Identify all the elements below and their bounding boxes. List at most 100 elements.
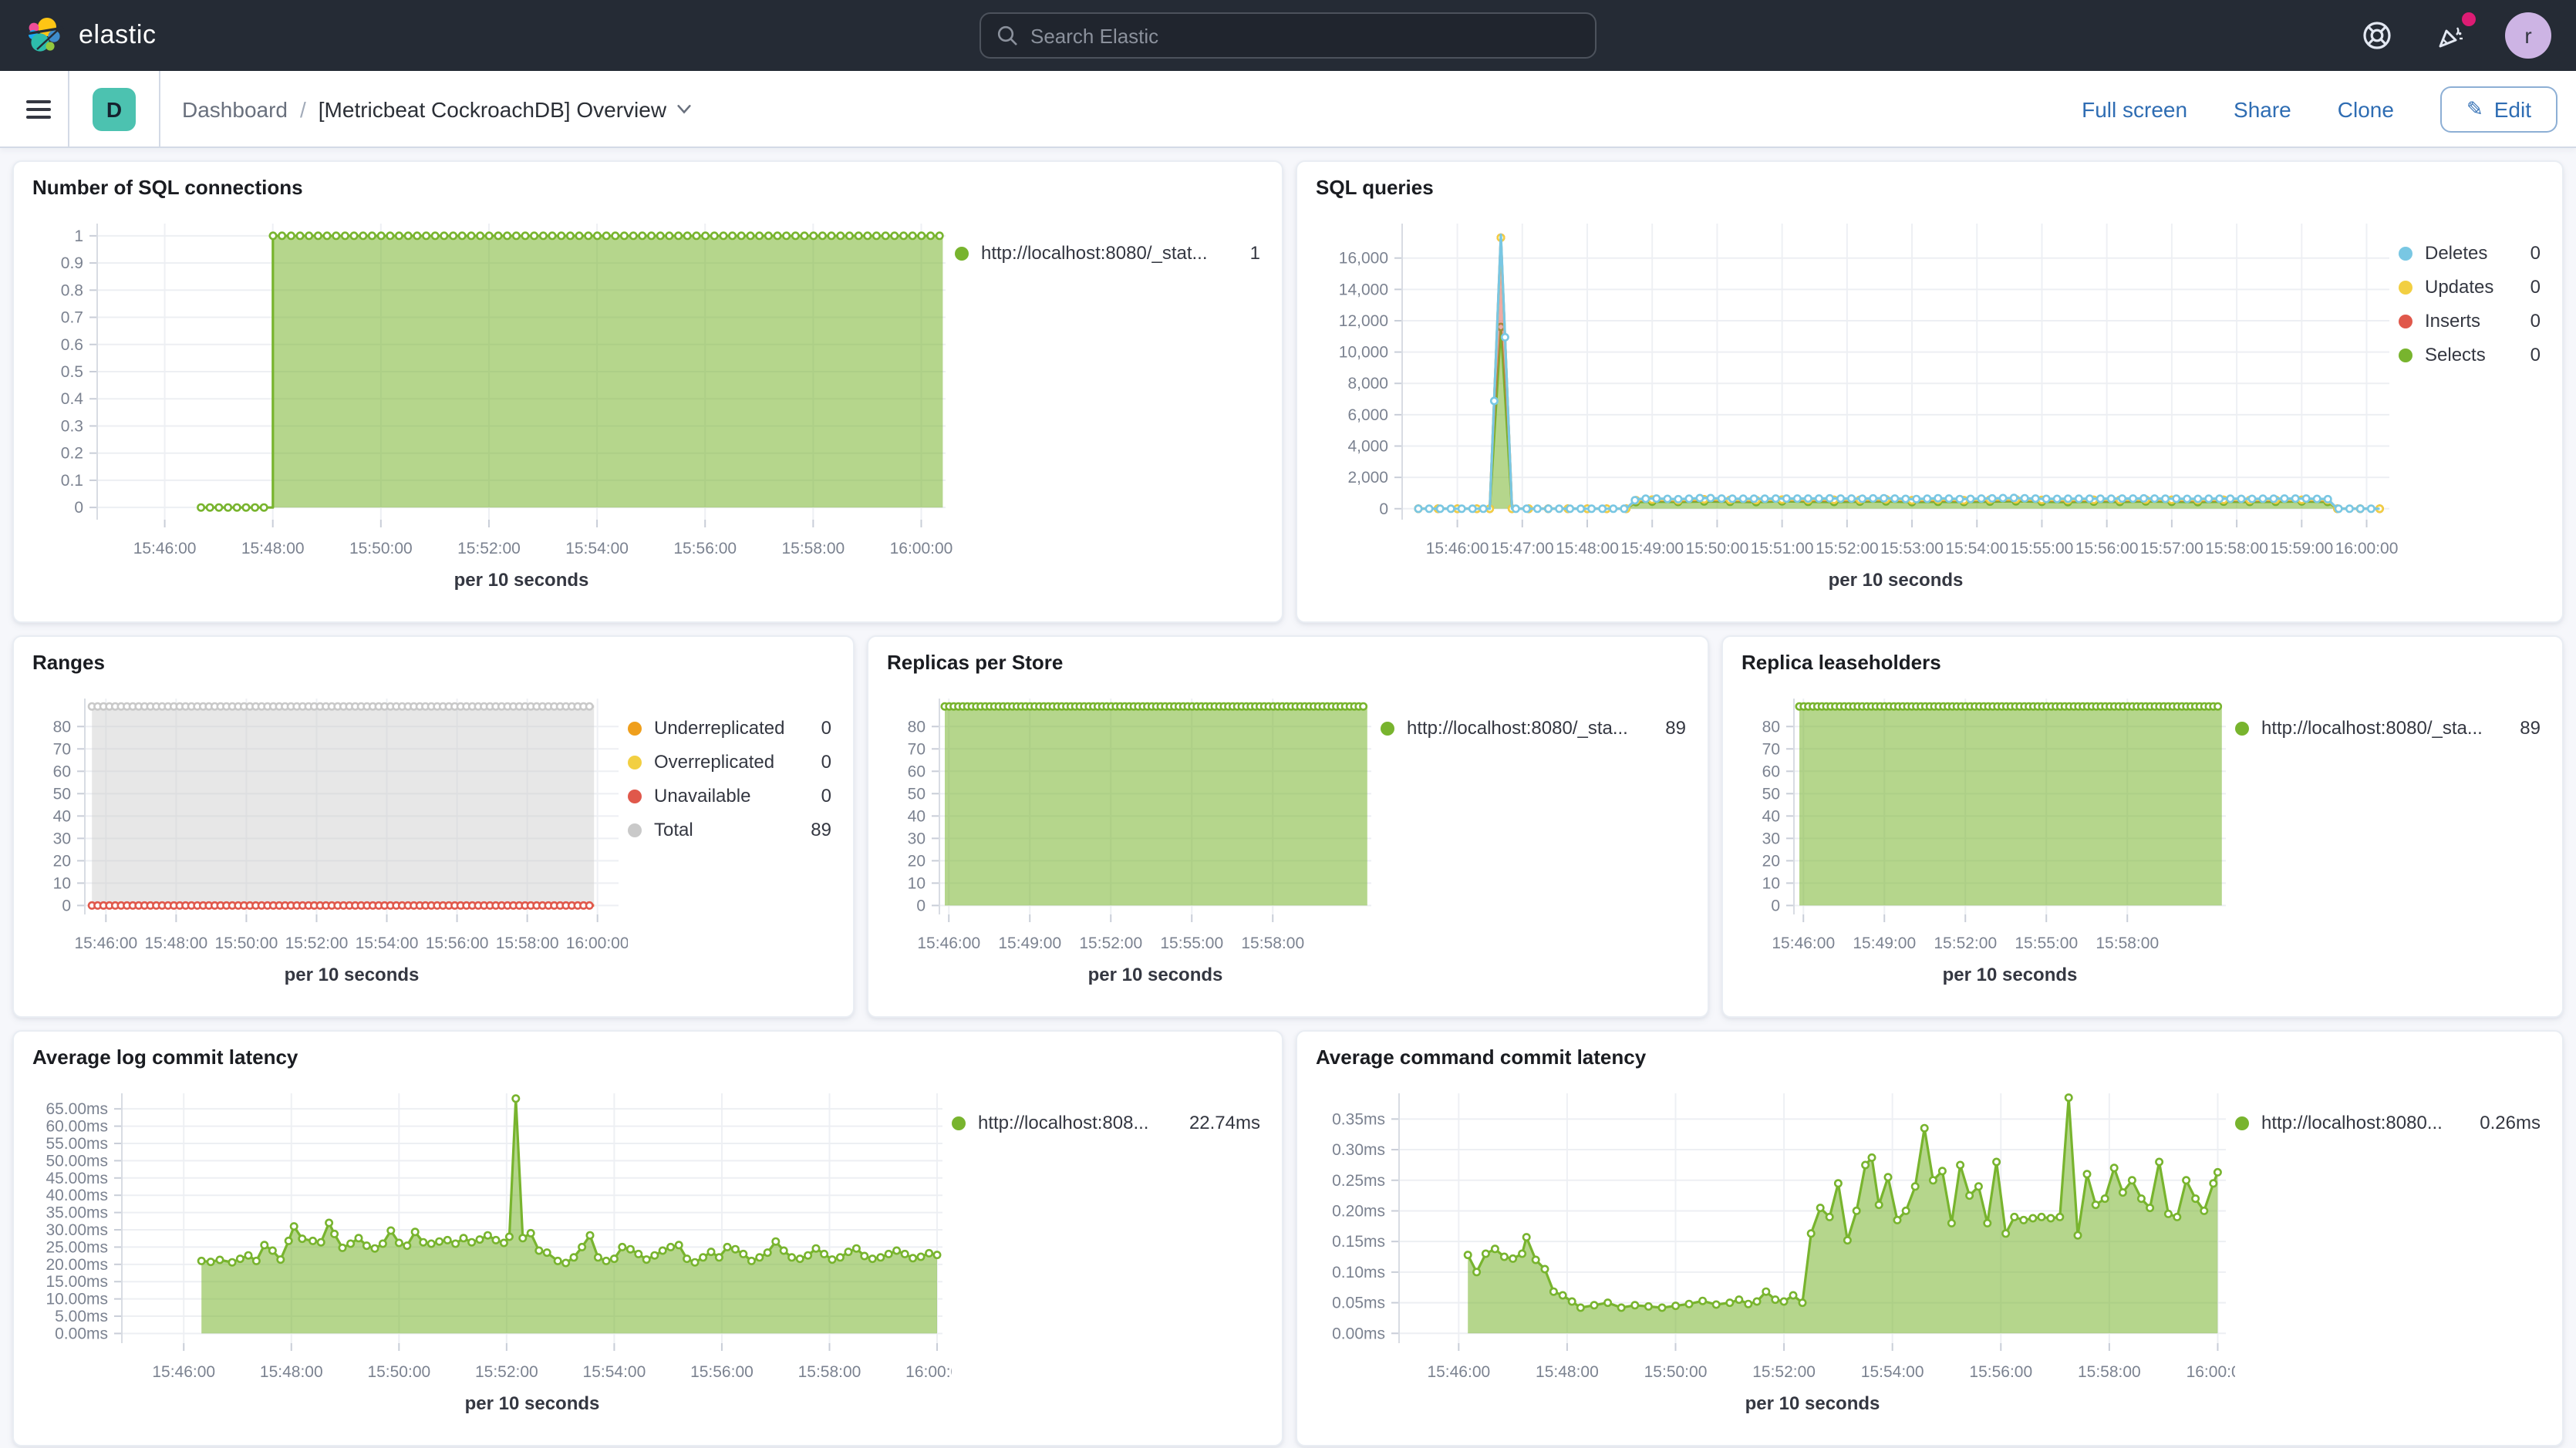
- panel-title[interactable]: Ranges: [14, 637, 853, 677]
- panel-title[interactable]: Average command commit latency: [1297, 1032, 2562, 1072]
- legend-value: 0: [2518, 310, 2541, 332]
- legend-dot-icon: [955, 246, 969, 260]
- dashboard-app-badge[interactable]: D: [93, 87, 136, 130]
- svg-text:25.00ms: 25.00ms: [46, 1238, 108, 1256]
- legend-item[interactable]: http://localhost:8080...0.26ms: [2235, 1106, 2553, 1140]
- chart-replicas-per-store[interactable]: 15:46:0015:49:0015:52:0015:55:0015:58:00…: [881, 677, 1381, 1013]
- chart-ranges[interactable]: 15:46:0015:48:0015:50:0015:52:0015:54:00…: [26, 677, 628, 1013]
- panel-row-1: Number of SQL connections15:46:0015:48:0…: [12, 160, 2564, 623]
- svg-text:0: 0: [62, 897, 71, 914]
- legend-item[interactable]: Total89: [628, 813, 844, 847]
- svg-text:15:58:00: 15:58:00: [2078, 1363, 2141, 1381]
- panel-row-2: Ranges15:46:0015:48:0015:50:0015:52:0015…: [12, 635, 2564, 1018]
- svg-text:15:52:00: 15:52:00: [1816, 540, 1879, 557]
- notification-dot: [2462, 12, 2476, 26]
- svg-text:60.00ms: 60.00ms: [46, 1118, 108, 1136]
- menu-button[interactable]: [9, 79, 68, 138]
- chart-avg-log-commit-latency[interactable]: 15:46:0015:48:0015:50:0015:52:0015:54:00…: [26, 1072, 952, 1442]
- svg-text:16:00:00: 16:00:00: [566, 934, 628, 952]
- global-search[interactable]: [979, 12, 1597, 59]
- panel-body: 15:46:0015:48:0015:50:0015:52:0015:54:00…: [1297, 1072, 2562, 1445]
- panel-title[interactable]: Average log commit latency: [14, 1032, 1282, 1072]
- nav-divider: [68, 71, 69, 146]
- svg-text:15:46:00: 15:46:00: [1427, 1363, 1490, 1381]
- legend-item[interactable]: Unavailable0: [628, 779, 844, 813]
- legend-value: 0: [2518, 276, 2541, 298]
- panel-title[interactable]: Number of SQL connections: [14, 162, 1282, 202]
- svg-text:15:52:00: 15:52:00: [475, 1363, 538, 1381]
- svg-text:45.00ms: 45.00ms: [46, 1170, 108, 1187]
- svg-text:15:52:00: 15:52:00: [457, 540, 521, 557]
- search-input[interactable]: [1030, 24, 1580, 47]
- legend-item[interactable]: http://localhost:808...22.74ms: [952, 1106, 1273, 1140]
- svg-text:per 10 seconds: per 10 seconds: [1829, 570, 1964, 591]
- legend: http://localhost:8080/_sta...89: [2235, 677, 2553, 1013]
- svg-text:0.20ms: 0.20ms: [1332, 1202, 1385, 1220]
- chart-replica-leaseholders[interactable]: 15:46:0015:49:0015:52:0015:55:0015:58:00…: [1735, 677, 2235, 1013]
- svg-text:15:55:00: 15:55:00: [1160, 934, 1223, 952]
- legend-item[interactable]: http://localhost:8080/_sta...89: [2235, 711, 2553, 745]
- legend-item[interactable]: Selects0: [2399, 338, 2553, 372]
- svg-text:10: 10: [53, 874, 71, 892]
- panel-row-3: Average log commit latency15:46:0015:48:…: [12, 1030, 2564, 1446]
- chart-avg-command-commit-latency[interactable]: 15:46:0015:48:0015:50:0015:52:0015:54:00…: [1310, 1072, 2235, 1442]
- svg-text:0: 0: [74, 499, 83, 517]
- svg-text:15:48:00: 15:48:00: [260, 1363, 323, 1381]
- svg-text:5.00ms: 5.00ms: [55, 1308, 108, 1325]
- svg-text:per 10 seconds: per 10 seconds: [1088, 965, 1223, 985]
- panel-title[interactable]: SQL queries: [1297, 162, 2562, 202]
- chart-sql-queries[interactable]: 15:46:0015:47:0015:48:0015:49:0015:50:00…: [1310, 202, 2399, 618]
- svg-text:15:48:00: 15:48:00: [1536, 1363, 1599, 1381]
- full-screen-button[interactable]: Full screen: [2082, 96, 2187, 121]
- svg-text:16:00:00: 16:00:00: [2335, 540, 2399, 557]
- elastic-logo[interactable]: elastic: [25, 15, 157, 56]
- help-icon: [2362, 20, 2392, 51]
- svg-text:10.00ms: 10.00ms: [46, 1291, 108, 1308]
- breadcrumb-current[interactable]: [Metricbeat CockroachDB] Overview: [319, 96, 693, 121]
- legend-value: 89: [1653, 717, 1686, 739]
- legend-value: 0: [809, 751, 831, 773]
- svg-text:0: 0: [1771, 897, 1780, 914]
- svg-text:15:46:00: 15:46:00: [74, 934, 137, 952]
- legend-item[interactable]: http://localhost:8080/_stat...1: [955, 236, 1273, 270]
- svg-text:0.5: 0.5: [61, 363, 83, 381]
- panel-title[interactable]: Replicas per Store: [868, 637, 1708, 677]
- svg-text:15:55:00: 15:55:00: [2011, 540, 2074, 557]
- legend-item[interactable]: Overreplicated0: [628, 745, 844, 779]
- clone-button[interactable]: Clone: [2338, 96, 2394, 121]
- legend-item[interactable]: http://localhost:8080/_sta...89: [1381, 711, 1698, 745]
- news-button[interactable]: [2431, 15, 2471, 56]
- svg-text:16:00:00: 16:00:00: [905, 1363, 952, 1381]
- svg-text:15:54:00: 15:54:00: [565, 540, 629, 557]
- user-avatar[interactable]: r: [2505, 12, 2551, 59]
- svg-text:15:57:00: 15:57:00: [2140, 540, 2203, 557]
- help-button[interactable]: [2357, 15, 2397, 56]
- legend-dot-icon: [628, 823, 642, 837]
- search-icon: [996, 25, 1018, 46]
- breadcrumb-dashboard[interactable]: Dashboard: [182, 96, 288, 121]
- svg-text:16,000: 16,000: [1339, 250, 1388, 268]
- legend-item[interactable]: Deletes0: [2399, 236, 2553, 270]
- elastic-logo-icon: [25, 15, 65, 56]
- header-actions: r: [2357, 12, 2551, 59]
- legend-item[interactable]: Underreplicated0: [628, 711, 844, 745]
- panel-ranges: Ranges15:46:0015:48:0015:50:0015:52:0015…: [12, 635, 855, 1018]
- svg-text:0.25ms: 0.25ms: [1332, 1172, 1385, 1190]
- panel-sql-connections: Number of SQL connections15:46:0015:48:0…: [12, 160, 1283, 623]
- panel-title[interactable]: Replica leaseholders: [1723, 637, 2562, 677]
- chart-sql-connections[interactable]: 15:46:0015:48:0015:50:0015:52:0015:54:00…: [26, 202, 955, 618]
- edit-button[interactable]: ✎ Edit: [2440, 86, 2557, 132]
- svg-text:0.2: 0.2: [61, 445, 83, 463]
- page-title: [Metricbeat CockroachDB] Overview: [319, 96, 666, 121]
- panel-replica-leaseholders: Replica leaseholders15:46:0015:49:0015:5…: [1721, 635, 2564, 1018]
- legend-dot-icon: [2399, 280, 2412, 294]
- svg-text:30: 30: [53, 830, 71, 847]
- svg-text:40: 40: [53, 807, 71, 825]
- svg-text:15:50:00: 15:50:00: [215, 934, 278, 952]
- svg-text:15:48:00: 15:48:00: [1556, 540, 1619, 557]
- legend-item[interactable]: Updates0: [2399, 270, 2553, 304]
- svg-text:0.8: 0.8: [61, 281, 83, 299]
- legend-item[interactable]: Inserts0: [2399, 304, 2553, 338]
- share-button[interactable]: Share: [2234, 96, 2291, 121]
- legend-dot-icon: [628, 755, 642, 769]
